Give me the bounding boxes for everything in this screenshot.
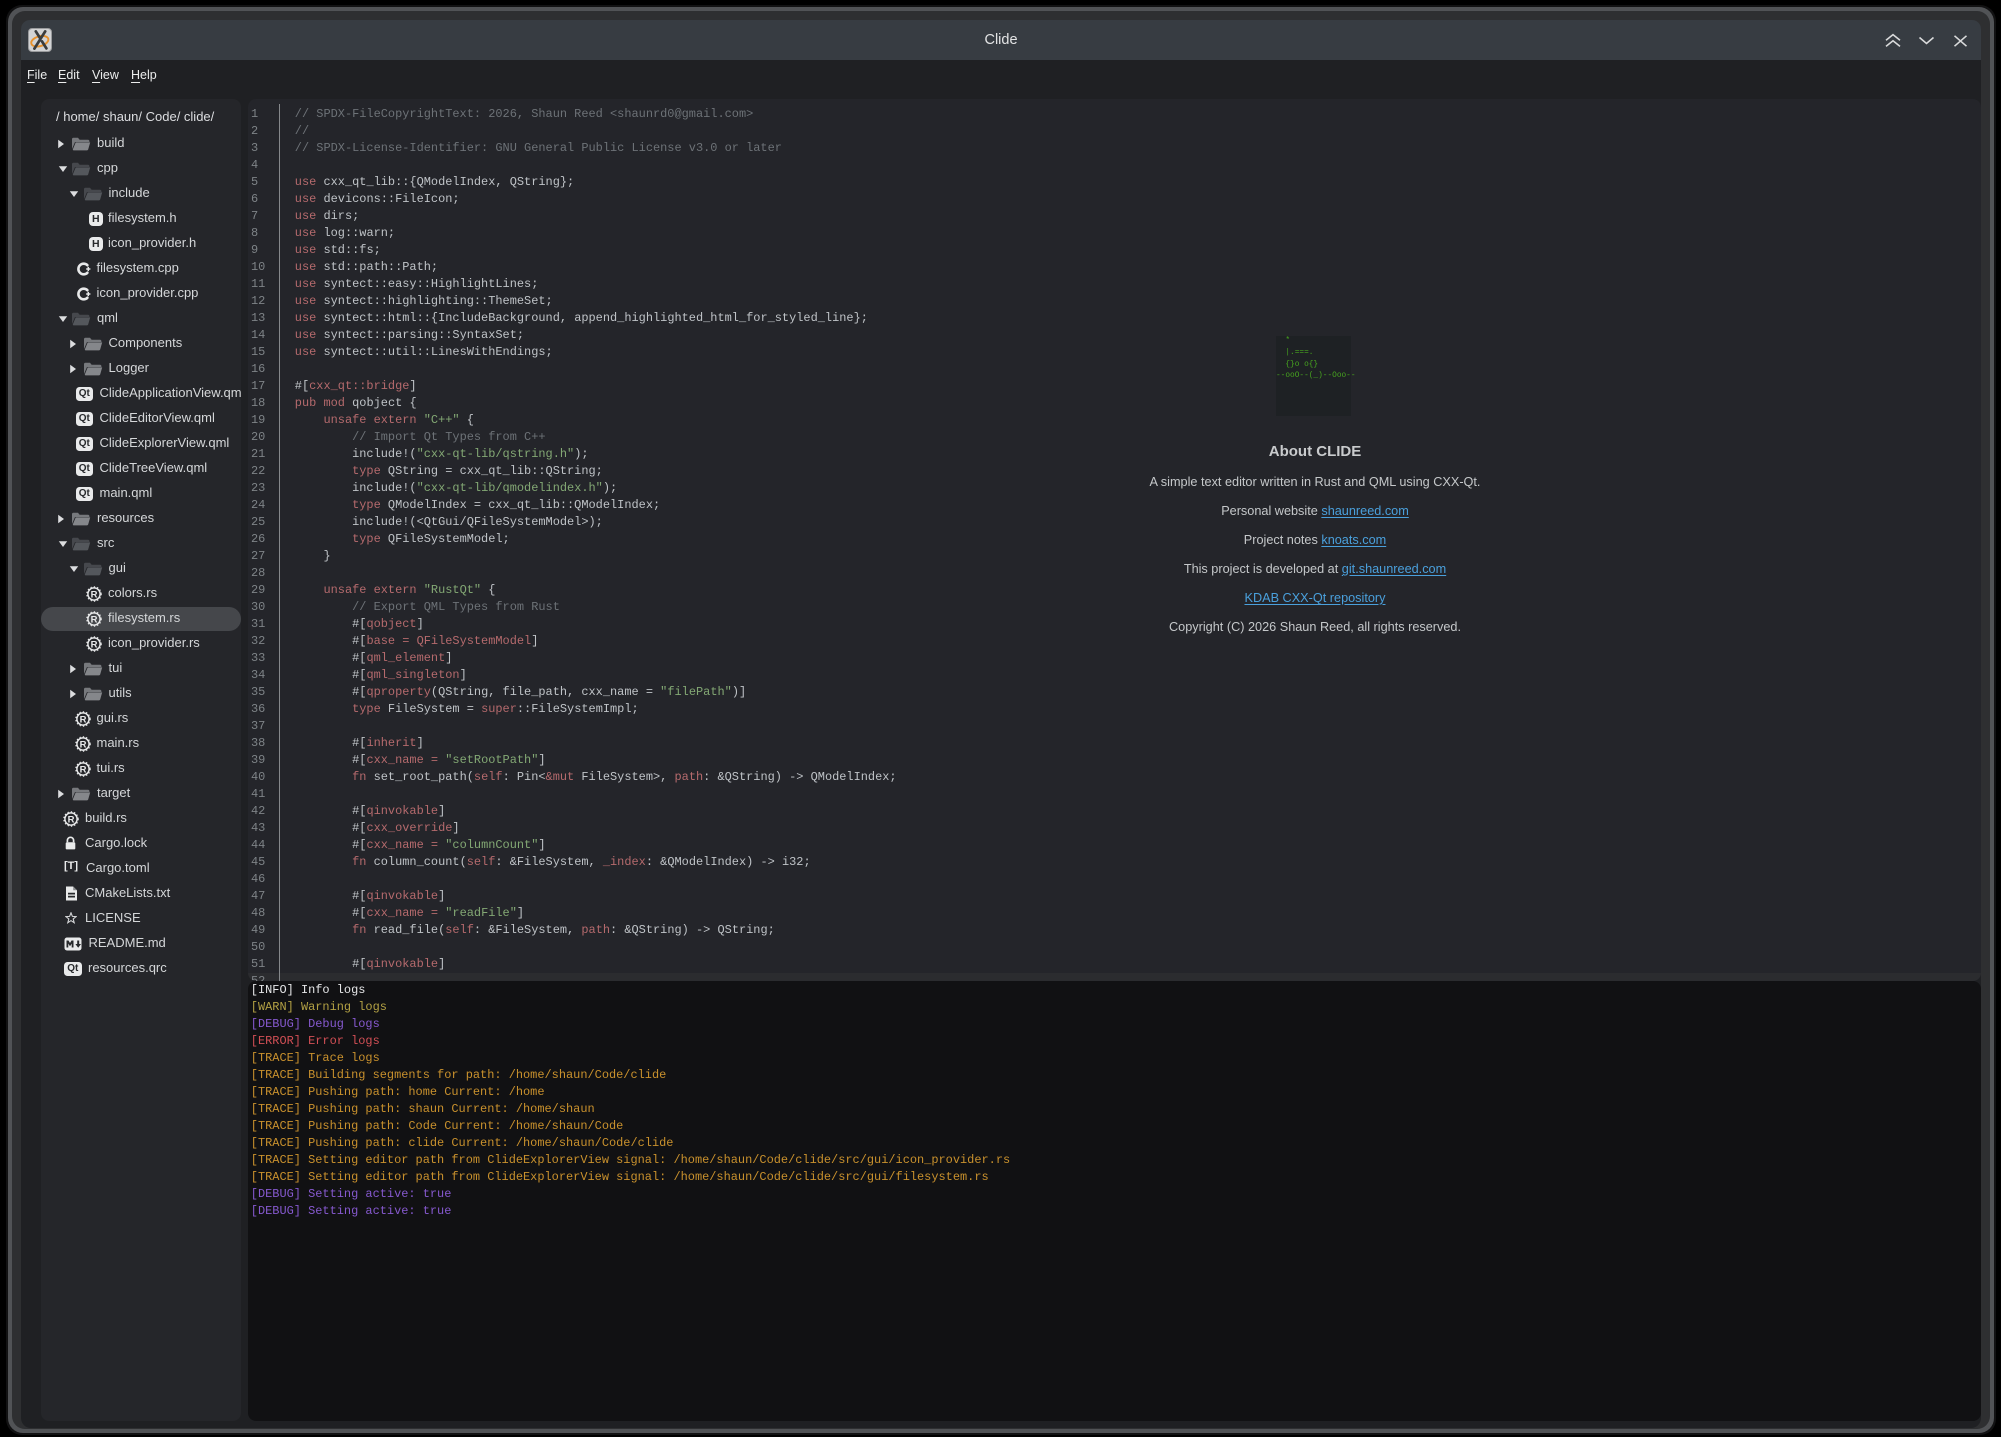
svg-text:R: R	[91, 614, 98, 625]
svg-text:R: R	[79, 764, 86, 775]
svg-text:R: R	[79, 714, 86, 725]
svg-text:R: R	[68, 814, 75, 825]
svg-text:R: R	[79, 739, 86, 750]
svg-text:R: R	[91, 639, 98, 650]
svg-text:R: R	[91, 589, 98, 600]
